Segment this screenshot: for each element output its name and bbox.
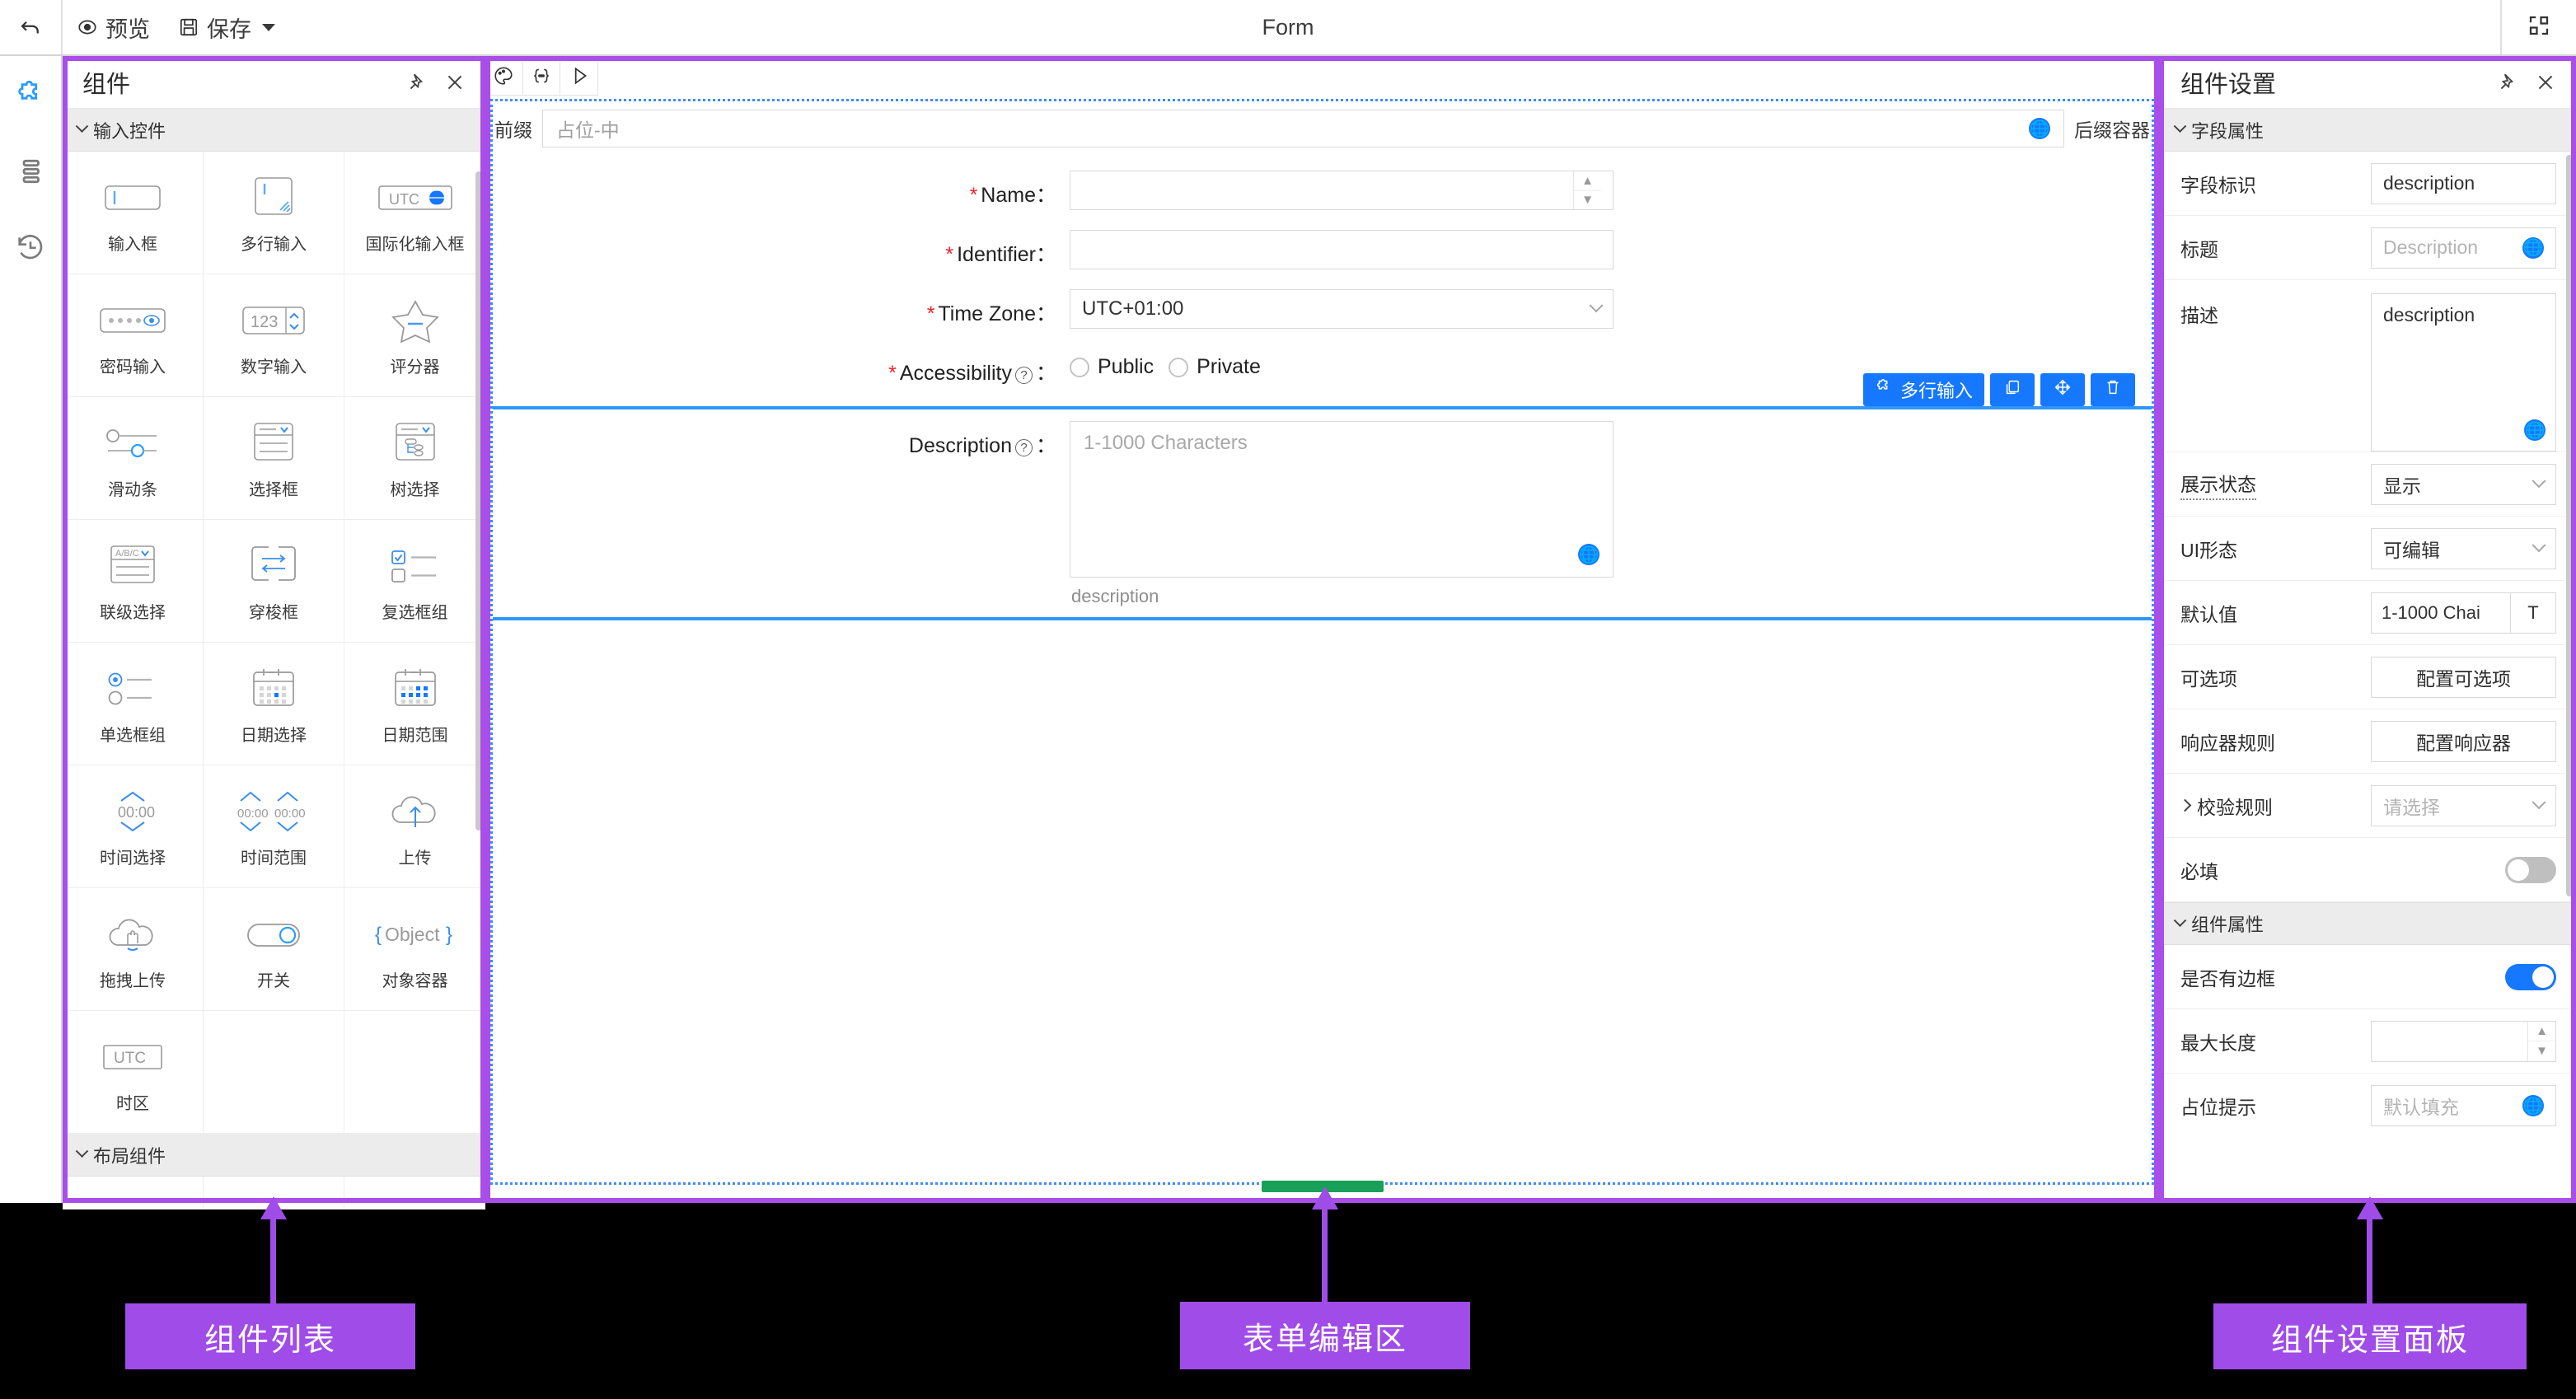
undo-arrow-icon[interactable] — [0, 0, 63, 54]
annotation-stem — [2367, 1213, 2372, 1303]
eye-icon — [77, 16, 98, 38]
annotation-stem — [1322, 1205, 1328, 1302]
highlight-components-panel — [63, 56, 485, 1203]
floppy-disk-icon — [178, 16, 199, 38]
app-window: 预览 保存 Form 组件 输入控件 输入框 多行输入 UTC 国际化输入框 密… — [0, 0, 2576, 1210]
fullscreen-button[interactable] — [2500, 0, 2576, 54]
top-toolbar: 预览 保存 Form — [0, 0, 2576, 56]
annotation-arrowhead — [1312, 1186, 1338, 1210]
annotation-settings-panel: 组件设置面板 — [2213, 1303, 2527, 1369]
history-clock-icon[interactable] — [11, 227, 50, 267]
left-icon-rail — [0, 56, 63, 1203]
annotation-components-list: 组件列表 — [125, 1303, 415, 1369]
annotation-arrowhead — [2357, 1196, 2383, 1219]
annotation-stem — [270, 1213, 276, 1303]
annotation-form-editor: 表单编辑区 — [1180, 1302, 1470, 1369]
annotation-arrowhead — [260, 1196, 287, 1219]
preview-button[interactable]: 预览 — [63, 0, 164, 54]
expand-fullscreen-icon — [2527, 13, 2551, 42]
layers-list-icon[interactable] — [11, 152, 50, 191]
chevron-down-icon[interactable] — [262, 23, 275, 31]
puzzle-piece-icon[interactable] — [11, 76, 50, 115]
save-label: 保存 — [207, 16, 251, 42]
save-button[interactable]: 保存 — [164, 0, 289, 54]
page-title: Form — [1262, 14, 1314, 40]
preview-label: 预览 — [105, 16, 150, 42]
highlight-settings-panel — [2159, 56, 2576, 1203]
highlight-form-editor — [485, 56, 2159, 1203]
